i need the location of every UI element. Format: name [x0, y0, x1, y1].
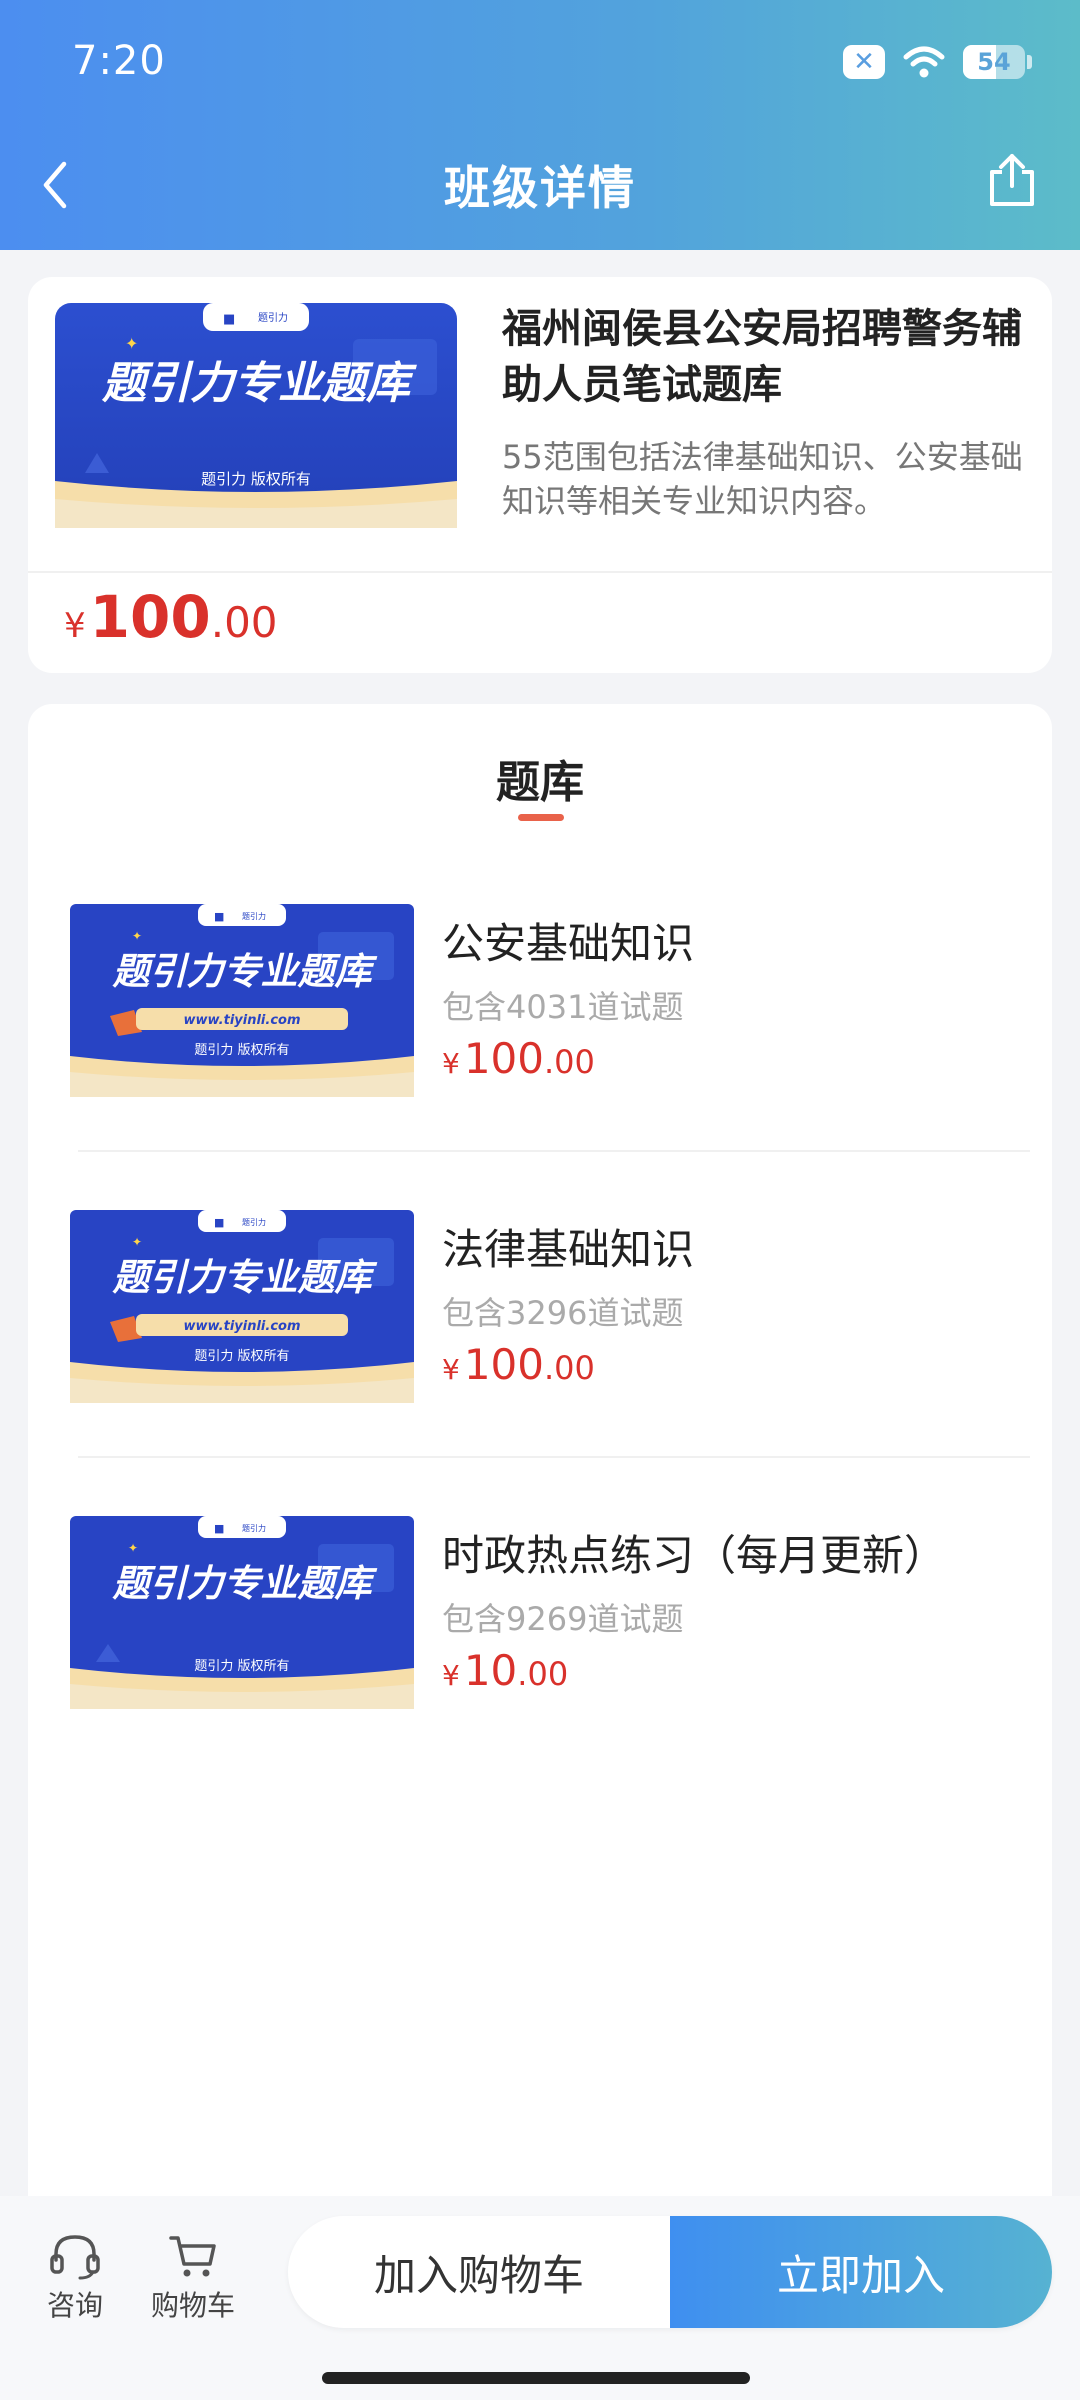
battery-cap	[1027, 55, 1032, 69]
banner-logo-text: 题引力	[242, 911, 266, 921]
banner-footer: 题引力 版权所有	[194, 1658, 289, 1674]
bank-item-count: 包含4031道试题	[442, 988, 684, 1026]
banner-logo-text: 题引力	[242, 1523, 266, 1533]
status-time: 7:20	[72, 38, 166, 84]
price-integer: 100	[89, 583, 211, 651]
cart-button[interactable]: 购物车	[148, 2232, 238, 2324]
banner-footer: 题引力 版权所有	[201, 470, 311, 488]
share-icon	[990, 154, 1034, 206]
question-bank-item[interactable]: ■ 题引力 ✦ 题引力专业题库 题引力 版权所有 时政热点练习（每月更新） 包含…	[70, 1516, 1030, 1716]
bank-banner-image: ■ 题引力 ✦ 题引力专业题库 www.tiyinli.com 题引力 版权所有	[70, 904, 414, 1097]
tab-question-bank[interactable]: 题库	[28, 746, 1052, 810]
question-bank-item[interactable]: ■ 题引力 ✦ 题引力专业题库 www.tiyinli.com 题引力 版权所有…	[70, 904, 1030, 1104]
banner-url: www.tiyinli.com	[183, 1319, 300, 1334]
price-integer: 100	[463, 1340, 544, 1389]
currency-symbol: ¥	[64, 606, 86, 646]
banner-logo-text: 题引力	[242, 1217, 266, 1227]
join-now-button[interactable]: 立即加入	[670, 2216, 1052, 2328]
svg-text:■: ■	[214, 1522, 224, 1535]
svg-text:■: ■	[214, 910, 224, 923]
cta-group: 加入购物车 立即加入	[288, 2216, 1052, 2328]
status-icons: ✕ 54	[843, 42, 1032, 82]
notification-x-icon: ✕	[843, 45, 885, 79]
divider	[28, 571, 1052, 573]
bank-banner-image: ■ 题引力 ✦ 题引力专业题库 题引力 版权所有	[70, 1516, 414, 1709]
bank-item-price: ¥ 10 .00	[442, 1646, 568, 1695]
banner-logo-text: 题引力	[258, 311, 288, 324]
cart-icon	[169, 2236, 216, 2277]
svg-text:✦: ✦	[132, 929, 142, 943]
share-button[interactable]	[982, 150, 1042, 210]
tab-active-indicator	[518, 814, 564, 821]
course-price: ¥ 100 .00	[64, 583, 278, 651]
price-decimal: .00	[544, 1043, 595, 1081]
app-header: 7:20 ✕ 54 班级详情	[0, 0, 1080, 250]
banner-url: www.tiyinli.com	[183, 1013, 300, 1028]
divider	[78, 1150, 1030, 1152]
svg-text:✦: ✦	[125, 334, 138, 353]
price-integer: 100	[463, 1034, 544, 1083]
banner-headline: 题引力专业题库	[112, 1256, 378, 1299]
currency-symbol: ¥	[442, 1353, 460, 1386]
currency-symbol: ¥	[442, 1047, 460, 1080]
svg-text:■: ■	[214, 1216, 224, 1229]
wifi-icon	[903, 46, 945, 78]
price-decimal: .00	[517, 1655, 569, 1693]
price-decimal: .00	[544, 1349, 595, 1387]
bank-item-count: 包含9269道试题	[442, 1600, 684, 1638]
svg-text:■: ■	[223, 312, 235, 327]
course-banner-image: ■ 题引力 ✦ 题引力专业题库 题引力 版权所有	[55, 303, 457, 528]
bank-item-price: ¥ 100 .00	[442, 1034, 595, 1083]
currency-symbol: ¥	[442, 1659, 460, 1692]
question-bank-section: 题库 ■ 题引力 ✦ 题引力专业题库 www.tiyinli.com 题引力 版…	[28, 704, 1052, 2204]
bank-item-count: 包含3296道试题	[442, 1294, 684, 1332]
bank-item-price: ¥ 100 .00	[442, 1340, 595, 1389]
question-bank-item[interactable]: ■ 题引力 ✦ 题引力专业题库 www.tiyinli.com 题引力 版权所有…	[70, 1210, 1030, 1410]
banner-footer: 题引力 版权所有	[194, 1042, 289, 1058]
consult-button[interactable]: 咨询	[30, 2232, 120, 2324]
battery-icon: 54	[963, 45, 1025, 79]
price-integer: 10	[463, 1646, 518, 1695]
banner-headline: 题引力专业题库	[101, 358, 417, 409]
svg-text:✦: ✦	[128, 1541, 138, 1555]
banner-headline: 题引力专业题库	[112, 950, 378, 993]
svg-text:✦: ✦	[132, 1235, 142, 1249]
banner-footer: 题引力 版权所有	[194, 1348, 289, 1364]
battery-level: 54	[977, 48, 1011, 76]
bank-item-title: 时政热点练习（每月更新）	[442, 1531, 947, 1580]
page-title: 班级详情	[444, 161, 636, 215]
headset-icon	[50, 2235, 100, 2280]
home-indicator	[322, 2372, 750, 2384]
consult-label: 咨询	[46, 2289, 103, 2322]
course-title: 福州闽侯县公安局招聘警务辅助人员笔试题库	[502, 306, 1022, 408]
price-decimal: .00	[210, 598, 278, 647]
divider	[78, 1456, 1030, 1458]
add-to-cart-button[interactable]: 加入购物车	[288, 2216, 670, 2328]
bank-banner-image: ■ 题引力 ✦ 题引力专业题库 www.tiyinli.com 题引力 版权所有	[70, 1210, 414, 1403]
bottom-action-bar: 咨询 购物车 加入购物车 立即加入	[0, 2196, 1080, 2400]
bank-item-title: 公安基础知识	[442, 919, 695, 968]
banner-headline: 题引力专业题库	[112, 1562, 378, 1605]
course-description: 55范围包括法律基础知识、公安基础知识等相关专业知识内容。	[502, 438, 1023, 520]
bank-item-title: 法律基础知识	[442, 1225, 695, 1274]
course-card: ■ 题引力 ✦ 题引力专业题库 题引力 版权所有 福州闽侯县公安局招聘警务辅助人…	[28, 277, 1052, 673]
cart-label: 购物车	[150, 2289, 235, 2322]
